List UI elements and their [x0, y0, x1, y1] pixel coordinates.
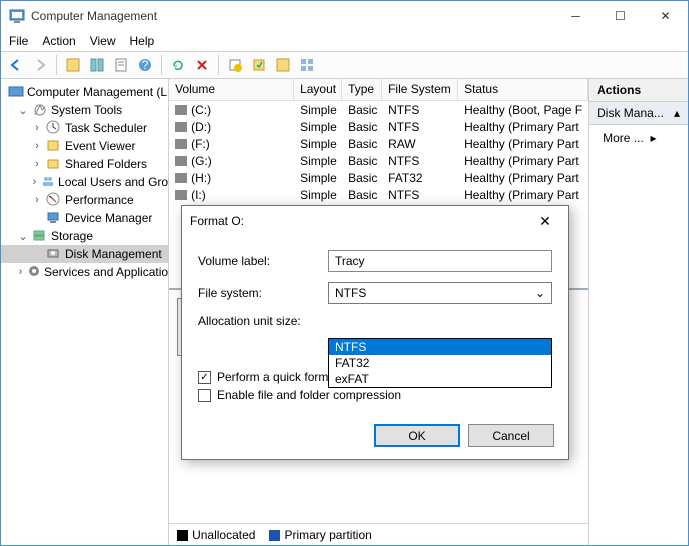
- ok-button[interactable]: OK: [374, 424, 460, 447]
- svg-text:?: ?: [142, 58, 149, 72]
- view-icon[interactable]: [62, 54, 84, 76]
- dropdown-option-fat32[interactable]: FAT32: [329, 355, 551, 371]
- refresh-icon[interactable]: [167, 54, 189, 76]
- dialog-close-button[interactable]: ✕: [530, 213, 560, 230]
- format-dialog: Format O: ✕ Volume label: File system: N…: [181, 205, 569, 460]
- dialog-titlebar[interactable]: Format O: ✕: [182, 206, 568, 236]
- volume-header: Volume Layout Type File System Status: [169, 79, 588, 101]
- tree-panel: Computer Management (L ⌄System Tools ›Ta…: [1, 79, 169, 545]
- compression-checkbox[interactable]: Enable file and folder compression: [198, 388, 552, 402]
- chevron-down-icon: ⌄: [535, 286, 545, 300]
- tree-performance[interactable]: ›Performance: [1, 191, 168, 209]
- filesystem-select[interactable]: NTFS ⌄: [328, 282, 552, 304]
- volume-label-label: Volume label:: [198, 254, 328, 268]
- actions-more[interactable]: More ... ▸: [589, 125, 688, 151]
- titlebar: Computer Management ─ ☐ ✕: [1, 1, 688, 31]
- menubar: File Action View Help: [1, 31, 688, 51]
- toolbar: ?: [1, 51, 688, 79]
- app-icon: [9, 8, 25, 24]
- col-status[interactable]: Status: [458, 79, 588, 100]
- new-icon[interactable]: [224, 54, 246, 76]
- settings-icon[interactable]: [248, 54, 270, 76]
- filesystem-label: File system:: [198, 286, 328, 300]
- tree-task-scheduler[interactable]: ›Task Scheduler: [1, 119, 168, 137]
- dropdown-option-ntfs[interactable]: NTFS: [329, 339, 551, 355]
- tree-root[interactable]: Computer Management (L: [1, 83, 168, 101]
- volume-row[interactable]: (I:)SimpleBasicNTFSHealthy (Primary Part: [169, 186, 588, 203]
- menu-help[interactable]: Help: [130, 34, 155, 48]
- checkbox-checked-icon: ✓: [198, 371, 211, 384]
- tree-event-viewer[interactable]: ›Event Viewer: [1, 137, 168, 155]
- legend-primary: Primary partition: [284, 528, 371, 542]
- volume-row[interactable]: (F:)SimpleBasicRAWHealthy (Primary Part: [169, 135, 588, 152]
- col-layout[interactable]: Layout: [294, 79, 342, 100]
- tree-services[interactable]: ›Services and Applicatio: [1, 263, 168, 281]
- pane-icon[interactable]: [86, 54, 108, 76]
- tree-local-users[interactable]: ›Local Users and Gro: [1, 173, 168, 191]
- legend: Unallocated Primary partition: [169, 523, 588, 545]
- actions-header: Actions: [589, 79, 688, 102]
- close-button[interactable]: ✕: [643, 1, 688, 31]
- cancel-button[interactable]: Cancel: [468, 424, 554, 447]
- maximize-button[interactable]: ☐: [598, 1, 643, 31]
- delete-icon[interactable]: [191, 54, 213, 76]
- volume-row[interactable]: (D:)SimpleBasicNTFSHealthy (Primary Part: [169, 118, 588, 135]
- tree-device-manager[interactable]: Device Manager: [1, 209, 168, 227]
- volume-row[interactable]: (G:)SimpleBasicNTFSHealthy (Primary Part: [169, 152, 588, 169]
- back-button[interactable]: [5, 54, 27, 76]
- col-type[interactable]: Type: [342, 79, 382, 100]
- menu-file[interactable]: File: [9, 34, 28, 48]
- actions-section[interactable]: Disk Mana...▴: [589, 102, 688, 125]
- col-filesystem[interactable]: File System: [382, 79, 458, 100]
- minimize-button[interactable]: ─: [553, 1, 598, 31]
- tree-disk-management[interactable]: Disk Management: [1, 245, 168, 263]
- dropdown-option-exfat[interactable]: exFAT: [329, 371, 551, 387]
- volume-row[interactable]: (H:)SimpleBasicFAT32Healthy (Primary Par…: [169, 169, 588, 186]
- grid-icon[interactable]: [296, 54, 318, 76]
- legend-unallocated: Unallocated: [192, 528, 255, 542]
- col-volume[interactable]: Volume: [169, 79, 294, 100]
- actions-panel: Actions Disk Mana...▴ More ... ▸: [589, 79, 688, 545]
- collapse-icon: ▴: [674, 106, 680, 120]
- volume-row[interactable]: (C:)SimpleBasicNTFSHealthy (Boot, Page F: [169, 101, 588, 118]
- properties-icon[interactable]: [110, 54, 132, 76]
- volume-list: (C:)SimpleBasicNTFSHealthy (Boot, Page F…: [169, 101, 588, 203]
- tree-storage[interactable]: ⌄Storage: [1, 227, 168, 245]
- menu-action[interactable]: Action: [42, 34, 75, 48]
- forward-button[interactable]: [29, 54, 51, 76]
- tree-system-tools[interactable]: ⌄System Tools: [1, 101, 168, 119]
- volume-label-input[interactable]: [328, 250, 552, 272]
- window-title: Computer Management: [31, 9, 553, 23]
- menu-view[interactable]: View: [90, 34, 116, 48]
- filesystem-dropdown: NTFS FAT32 exFAT: [328, 338, 552, 388]
- list-icon[interactable]: [272, 54, 294, 76]
- dialog-title: Format O:: [190, 214, 530, 228]
- allocation-label: Allocation unit size:: [198, 314, 328, 328]
- checkbox-unchecked-icon: [198, 389, 211, 402]
- tree-shared-folders[interactable]: ›Shared Folders: [1, 155, 168, 173]
- help-icon[interactable]: ?: [134, 54, 156, 76]
